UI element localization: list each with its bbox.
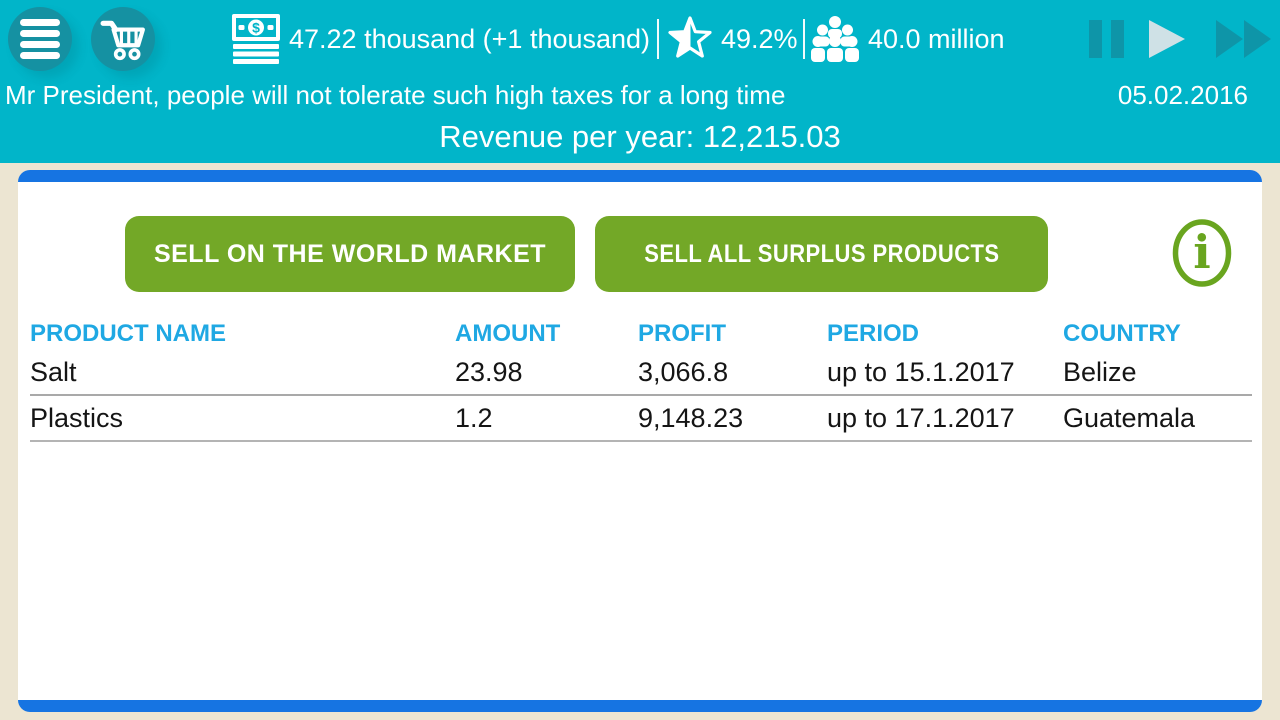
cell-profit: 3,066.8 (638, 357, 827, 388)
info-button[interactable]: i (1171, 218, 1233, 288)
table-header-row: PRODUCT NAME AMOUNT PROFIT PERIOD COUNTR… (18, 320, 1262, 348)
cell-amount: 23.98 (455, 357, 638, 388)
population-icon (810, 15, 860, 63)
market-cart-button[interactable] (91, 7, 155, 71)
table-row[interactable]: Plastics 1.2 9,148.23 up to 17.1.2017 Gu… (18, 403, 1262, 434)
approval-stat: 49.2% (668, 0, 798, 78)
info-icon: i (1171, 218, 1233, 288)
pause-icon (1089, 20, 1124, 58)
cell-period: up to 17.1.2017 (827, 403, 1063, 434)
play-icon (1148, 19, 1188, 59)
svg-text:$: $ (252, 20, 260, 36)
topbar-divider (657, 19, 659, 59)
topbar-divider (803, 19, 805, 59)
table-row-divider (30, 440, 1252, 442)
pause-button[interactable] (1089, 0, 1124, 78)
cell-product: Plastics (30, 403, 455, 434)
sell-all-surplus-button[interactable]: SELL ALL SURPLUS PRODUCTS (595, 216, 1048, 292)
table-row-divider (30, 394, 1252, 396)
treasury-stat: $ 47.22 thousand (+1 thousand) (231, 0, 650, 78)
cell-amount: 1.2 (455, 403, 638, 434)
cell-profit: 9,148.23 (638, 403, 827, 434)
hamburger-icon (20, 19, 60, 59)
advisor-message: Mr President, people will not tolerate s… (5, 80, 785, 111)
cart-icon (100, 16, 146, 62)
population-value: 40.0 million (868, 24, 1005, 55)
col-period: PERIOD (827, 320, 1063, 348)
game-screen: $ 47.22 thousand (+1 thousand) 49.2% (0, 0, 1280, 720)
fast-forward-icon (1216, 20, 1272, 58)
menu-button[interactable] (8, 7, 72, 71)
sell-world-market-button[interactable]: SELL ON THE WORLD MARKET (125, 216, 575, 292)
cell-product: Salt (30, 357, 455, 388)
game-date: 05.02.2016 (1118, 80, 1248, 111)
world-market-panel: SELL ON THE WORLD MARKET SELL ALL SURPLU… (18, 170, 1262, 712)
col-amount: AMOUNT (455, 320, 638, 348)
money-icon: $ (231, 13, 281, 65)
play-button[interactable] (1148, 0, 1188, 78)
population-stat: 40.0 million (810, 0, 1005, 78)
half-star-icon (668, 16, 713, 62)
status-row: Mr President, people will not tolerate s… (0, 80, 1280, 112)
col-profit: PROFIT (638, 320, 827, 348)
sell-all-surplus-label: SELL ALL SURPLUS PRODUCTS (644, 240, 999, 269)
cell-period: up to 15.1.2017 (827, 357, 1063, 388)
fast-forward-button[interactable] (1216, 0, 1272, 78)
revenue-per-year: Revenue per year: 12,215.03 (0, 119, 1280, 155)
top-bar: $ 47.22 thousand (+1 thousand) 49.2% (0, 0, 1280, 163)
svg-text:i: i (1193, 225, 1210, 279)
cell-country: Guatemala (1063, 403, 1252, 434)
cell-country: Belize (1063, 357, 1252, 388)
treasury-value: 47.22 thousand (+1 thousand) (289, 24, 650, 55)
col-product-name: PRODUCT NAME (30, 320, 455, 348)
approval-value: 49.2% (721, 24, 798, 55)
col-country: COUNTRY (1063, 320, 1252, 348)
table-row[interactable]: Salt 23.98 3,066.8 up to 15.1.2017 Beliz… (18, 357, 1262, 388)
